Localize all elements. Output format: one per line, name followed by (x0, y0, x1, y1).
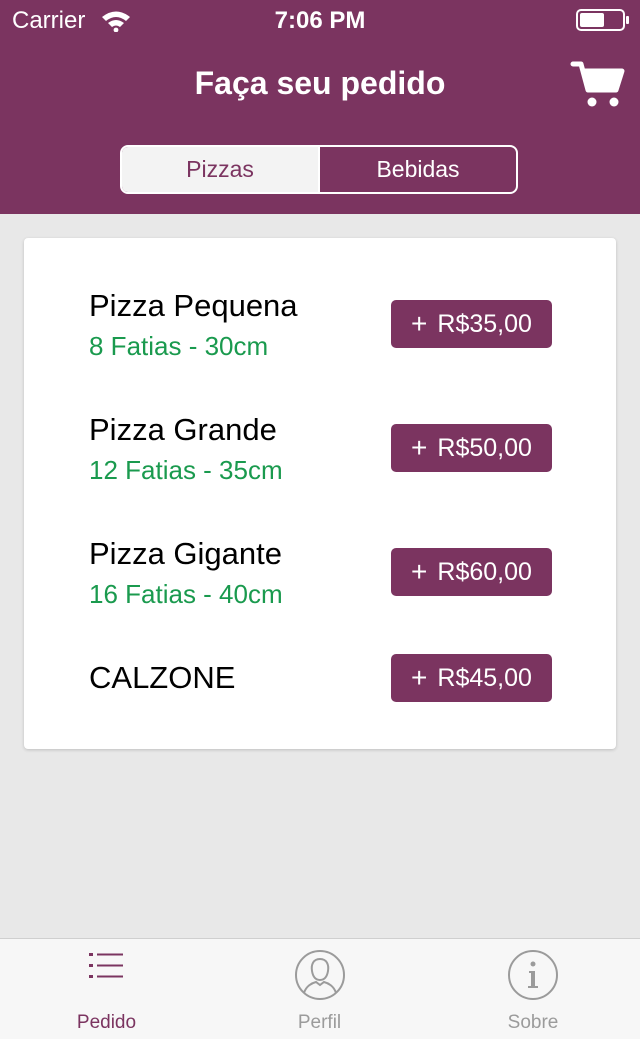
item-name: Pizza Gigante (89, 536, 282, 571)
menu-card: Pizza Pequena 8 Fatias - 30cm + R$35,00 … (24, 238, 616, 749)
item-description: 8 Fatias - 30cm (89, 331, 269, 361)
plus-icon: + (411, 662, 428, 693)
tab-perfil[interactable]: Perfil (213, 939, 426, 1039)
plus-icon: + (411, 432, 428, 463)
status-bar: Carrier 7:06 PM (0, 0, 640, 40)
price-label: R$35,00 (437, 309, 532, 338)
add-pizza-gigante-button[interactable]: + R$60,00 (391, 548, 552, 596)
item-description: 16 Fatias - 40cm (89, 579, 283, 609)
page-title: Faça seu pedido (194, 65, 446, 101)
battery-icon (576, 9, 629, 31)
add-pizza-pequena-button[interactable]: + R$35,00 (391, 300, 552, 348)
price-label: R$50,00 (437, 433, 532, 462)
segment-pizzas[interactable]: Pizzas (122, 147, 318, 192)
tab-bar: Pedido Perfil Sobre (0, 938, 640, 1039)
tab-label: Pedido (76, 1012, 137, 1033)
cart-icon[interactable] (570, 58, 626, 110)
price-label: R$45,00 (437, 663, 532, 692)
price-label: R$60,00 (437, 557, 532, 586)
header-bar: Carrier 7:06 PM Faça seu pedido Pizzas B… (0, 0, 640, 214)
plus-icon: + (411, 308, 428, 339)
item-name: Pizza Grande (89, 412, 277, 447)
add-pizza-grande-button[interactable]: + R$50,00 (391, 424, 552, 472)
category-segmented-control: Pizzas Bebidas (120, 145, 518, 194)
tab-sobre[interactable]: Sobre (426, 939, 640, 1039)
info-icon (508, 950, 558, 1000)
plus-icon: + (411, 556, 428, 587)
item-description: 12 Fatias - 35cm (89, 455, 283, 485)
list-icon (88, 953, 123, 978)
profile-icon (294, 950, 345, 1000)
segment-bebidas[interactable]: Bebidas (318, 147, 516, 192)
item-name: CALZONE (89, 660, 236, 695)
add-calzone-button[interactable]: + R$45,00 (391, 654, 552, 702)
tab-label: Sobre (507, 1012, 559, 1033)
tab-label: Perfil (297, 1012, 342, 1033)
status-time: 7:06 PM (274, 7, 366, 34)
tab-pedido[interactable]: Pedido (0, 939, 213, 1039)
item-name: Pizza Pequena (89, 288, 298, 323)
